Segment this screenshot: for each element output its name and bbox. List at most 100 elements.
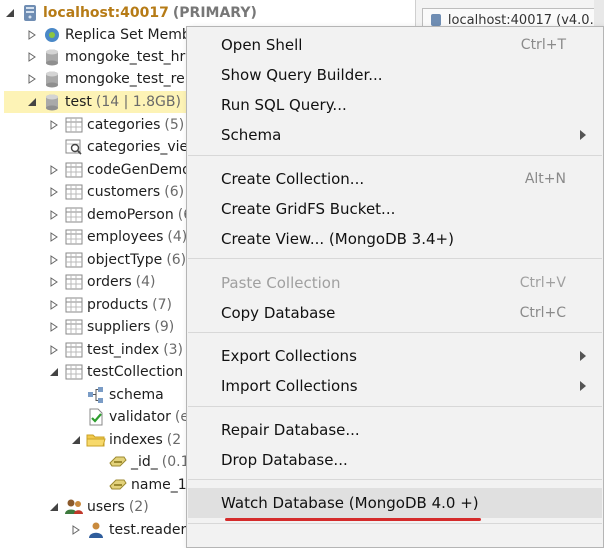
tree-label: schema	[109, 387, 164, 403]
menu-item-repair-database[interactable]: Repair Database...	[188, 415, 602, 445]
expand-arrow-icon[interactable]	[48, 276, 60, 288]
tree-node-collection[interactable]: objectType (6)	[48, 249, 186, 271]
tree-label: orders	[87, 274, 132, 290]
index-icon	[108, 476, 128, 494]
collection-icon	[64, 273, 84, 291]
tree-node-indexes[interactable]: indexes (2 |	[70, 429, 190, 451]
tree-node-connection[interactable]: localhost:40017 (PRIMARY)	[4, 2, 257, 24]
tree-node-users[interactable]: users (2)	[48, 496, 149, 518]
database-icon	[42, 48, 62, 66]
tree-node-collection[interactable]: categories (5)	[48, 114, 184, 136]
collection-icon	[64, 206, 84, 224]
tree-label: employees	[87, 229, 164, 245]
expand-arrow-icon[interactable]	[48, 254, 60, 266]
menu-item-label: Create GridFS Bucket...	[221, 200, 396, 218]
expand-arrow-icon[interactable]	[48, 299, 60, 311]
menu-item-label: Show Query Builder...	[221, 66, 383, 84]
collapse-arrow-icon[interactable]	[48, 501, 60, 513]
menu-item-label: Watch Database (MongoDB 4.0 +)	[221, 494, 479, 512]
collapse-arrow-icon[interactable]	[70, 434, 82, 446]
collection-icon	[64, 183, 84, 201]
validator-icon	[86, 408, 106, 426]
tree-node-collection[interactable]: test_index (3)	[48, 339, 183, 361]
collapse-arrow-icon[interactable]	[48, 366, 60, 378]
tree-meta: (6)	[166, 252, 187, 268]
annotation-underline	[225, 518, 481, 521]
menu-item-label: Export Collections	[221, 347, 357, 365]
expand-arrow-icon[interactable]	[48, 231, 60, 243]
menu-item-label: Copy Database	[221, 304, 336, 322]
replica-set-icon	[42, 26, 62, 44]
expand-arrow-icon[interactable]	[48, 186, 60, 198]
tree-node-collection[interactable]: products (7)	[48, 294, 172, 316]
expand-arrow-icon[interactable]	[26, 29, 38, 41]
menu-item-create-view[interactable]: Create View... (MongoDB 3.4+)	[188, 224, 602, 254]
menu-item-open-shell[interactable]: Open Shell Ctrl+T	[188, 30, 602, 60]
menu-item-run-sql-query[interactable]: Run SQL Query...	[188, 90, 602, 120]
users-icon	[64, 498, 84, 516]
menu-item-export-collections[interactable]: Export Collections	[188, 341, 602, 371]
expand-arrow-icon[interactable]	[48, 321, 60, 333]
expand-arrow-icon[interactable]	[48, 209, 60, 221]
tree-node-collection[interactable]: employees (4)	[48, 226, 187, 248]
menu-item-show-query-builder[interactable]: Show Query Builder...	[188, 60, 602, 90]
tree-node-collection[interactable]: customers (6)	[48, 181, 184, 203]
view-icon	[64, 138, 84, 156]
expand-arrow-icon[interactable]	[48, 344, 60, 356]
expand-arrow-icon[interactable]	[48, 119, 60, 131]
tree-node-user[interactable]: test.reader (	[70, 519, 196, 541]
menu-item-drop-database[interactable]: Drop Database...	[188, 445, 602, 475]
tree-meta: (6)	[164, 184, 185, 200]
tree-node-schema[interactable]: schema	[70, 384, 164, 406]
tree-label: suppliers	[87, 319, 151, 335]
tree-node-collection[interactable]: orders (4)	[48, 271, 155, 293]
menu-separator	[188, 332, 602, 333]
tree-label: validator	[109, 409, 171, 425]
menu-item-shortcut: Ctrl+T	[520, 37, 566, 53]
tree-label: testCollection	[87, 364, 184, 380]
tree-node-validator[interactable]: validator (en	[70, 406, 198, 428]
tree-node-index[interactable]: _id_ (0.1	[92, 451, 190, 473]
tree-node-collection[interactable]: testCollection (	[48, 361, 193, 383]
collapse-arrow-icon[interactable]	[26, 96, 38, 108]
menu-item-import-collections[interactable]: Import Collections	[188, 371, 602, 401]
menu-item-watch-database[interactable]: Watch Database (MongoDB 4.0 +)	[188, 488, 602, 518]
tree-node-collection[interactable]: suppliers (9)	[48, 316, 174, 338]
tree-node-database[interactable]: mongoke_test_rep	[26, 68, 194, 90]
menu-item-copy-database[interactable]: Copy Database Ctrl+C	[188, 298, 602, 328]
database-icon	[42, 70, 62, 88]
tree-label: objectType	[87, 252, 163, 268]
menu-item-label: Import Collections	[221, 377, 358, 395]
connection-role: (PRIMARY)	[172, 5, 257, 21]
menu-item-label: Schema	[221, 126, 282, 144]
tree-meta: (4)	[135, 274, 156, 290]
collection-icon	[64, 296, 84, 314]
tree-node-database-selected[interactable]: test (14 | 1.8GB)	[4, 91, 212, 113]
tree-node-view[interactable]: categories_view	[48, 136, 200, 158]
tree-label: customers	[87, 184, 161, 200]
expand-arrow-icon[interactable]	[70, 524, 82, 536]
expand-arrow-icon[interactable]	[48, 164, 60, 176]
menu-item-create-collection[interactable]: Create Collection... Alt+N	[188, 164, 602, 194]
collapse-arrow-icon[interactable]	[4, 7, 16, 19]
expand-arrow-icon[interactable]	[26, 51, 38, 63]
menu-item-shortcut: Alt+N	[524, 171, 566, 187]
tree-node-collection[interactable]: codeGenDemo	[48, 159, 191, 181]
tree-meta: (2)	[128, 499, 149, 515]
tree-label: _id_	[131, 454, 158, 470]
menu-item-create-gridfs-bucket[interactable]: Create GridFS Bucket...	[188, 194, 602, 224]
menu-item-schema[interactable]: Schema	[188, 120, 602, 150]
tree-label: test.reader	[109, 522, 187, 538]
tree-label: Replica Set Memb	[65, 27, 191, 43]
menu-separator	[188, 523, 602, 524]
tree-node-replica-set[interactable]: Replica Set Memb	[26, 24, 191, 46]
tree-label: categories	[87, 117, 161, 133]
tree-node-collection[interactable]: demoPerson (6	[48, 204, 192, 226]
menu-item-label: Create Collection...	[221, 170, 365, 188]
expand-arrow-icon[interactable]	[26, 73, 38, 85]
tree-node-index[interactable]: name_1	[92, 474, 187, 496]
tree-label: users	[87, 499, 125, 515]
collection-icon	[64, 363, 84, 381]
tree-label: indexes	[109, 432, 163, 448]
tree-node-database[interactable]: mongoke_test_hr	[26, 46, 185, 68]
